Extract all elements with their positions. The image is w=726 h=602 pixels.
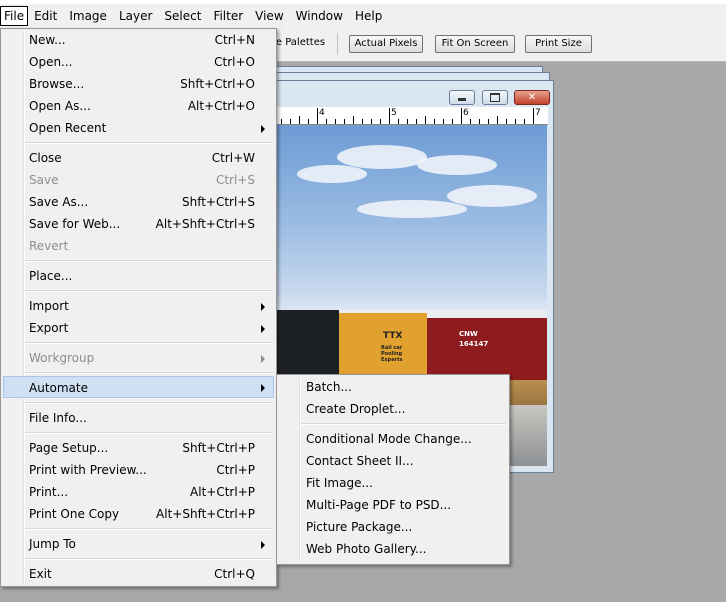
menu-item-workgroup[interactable]: Workgroup [3, 347, 274, 369]
menu-item-save-for-web[interactable]: Save for Web... Alt+Shft+Ctrl+S [3, 213, 274, 235]
menu-item-contact-sheet[interactable]: Contact Sheet II... [279, 450, 507, 472]
menu-item-automate[interactable]: Automate [3, 376, 274, 398]
submenu-arrow-icon [261, 303, 265, 311]
print-size-button[interactable]: Print Size [525, 35, 592, 53]
menu-item-multi-page-pdf[interactable]: Multi-Page PDF to PSD... [279, 494, 507, 516]
menu-item-new[interactable]: New... Ctrl+N [3, 29, 274, 51]
menu-item-save[interactable]: Save Ctrl+S [3, 169, 274, 191]
menu-separator [25, 342, 273, 344]
menu-select[interactable]: Select [158, 6, 207, 26]
menu-item-create-droplet[interactable]: Create Droplet... [279, 398, 507, 420]
maximize-icon [490, 93, 500, 102]
menu-item-exit[interactable]: Exit Ctrl+Q [3, 563, 274, 585]
menu-help[interactable]: Help [349, 6, 388, 26]
menu-file[interactable]: File [0, 6, 29, 26]
menu-item-fit-image[interactable]: Fit Image... [279, 472, 507, 494]
ruler-number: 6 [463, 108, 469, 118]
menu-item-save-as[interactable]: Save As... Shft+Ctrl+S [3, 191, 274, 213]
menu-item-batch[interactable]: Batch... [279, 376, 507, 398]
minimize-icon [458, 98, 466, 101]
actual-pixels-button[interactable]: Actual Pixels [349, 35, 423, 53]
submenu-arrow-icon [261, 355, 265, 363]
menu-item-jump-to[interactable]: Jump To [3, 533, 274, 555]
menu-separator [25, 372, 273, 374]
menu-item-import[interactable]: Import [3, 295, 274, 317]
file-menu: New... Ctrl+N Open... Ctrl+O Browse... S… [0, 28, 277, 587]
menu-separator [25, 402, 273, 404]
menu-separator [25, 260, 273, 262]
menu-layer[interactable]: Layer [113, 6, 158, 26]
ruler-number: 5 [391, 108, 397, 118]
submenu-arrow-icon [261, 384, 265, 392]
menu-item-place[interactable]: Place... [3, 265, 274, 287]
menu-separator [25, 290, 273, 292]
menu-item-conditional-mode-change[interactable]: Conditional Mode Change... [279, 428, 507, 450]
car-text: 164147 [459, 340, 489, 348]
menu-item-open[interactable]: Open... Ctrl+O [3, 51, 274, 73]
submenu-arrow-icon [261, 125, 265, 133]
menu-item-file-info[interactable]: File Info... [3, 407, 274, 429]
menu-item-export[interactable]: Export [3, 317, 274, 339]
submenu-arrow-icon [261, 541, 265, 549]
close-icon: ✕ [527, 92, 537, 103]
menu-window[interactable]: Window [290, 6, 349, 26]
menu-separator [25, 432, 273, 434]
menu-item-print-one-copy[interactable]: Print One Copy Alt+Shft+Ctrl+P [3, 503, 274, 525]
car-text: CNW [459, 330, 478, 338]
fit-on-screen-button[interactable]: Fit On Screen [435, 35, 515, 53]
close-button[interactable]: ✕ [514, 90, 550, 105]
menu-image[interactable]: Image [63, 6, 113, 26]
menu-item-close[interactable]: Close Ctrl+W [3, 147, 274, 169]
ruler-number: 7 [535, 108, 541, 118]
menu-filter[interactable]: Filter [207, 6, 249, 26]
submenu-arrow-icon [261, 325, 265, 333]
ignore-palettes-label[interactable]: re Palettes [272, 37, 325, 48]
options-separator [337, 33, 338, 55]
menu-view[interactable]: View [249, 6, 289, 26]
horizontal-ruler: 4 5 6 7 [277, 107, 548, 125]
car-logo: TTX [383, 331, 403, 341]
menu-edit[interactable]: Edit [28, 6, 63, 26]
menu-item-picture-package[interactable]: Picture Package... [279, 516, 507, 538]
menu-item-open-recent[interactable]: Open Recent [3, 117, 274, 139]
menu-item-print[interactable]: Print... Alt+Ctrl+P [3, 481, 274, 503]
menu-item-browse[interactable]: Browse... Shft+Ctrl+O [3, 73, 274, 95]
maximize-button[interactable] [482, 90, 508, 105]
menu-bar: File Edit Image Layer Select Filter View… [0, 0, 726, 28]
menu-separator [25, 142, 273, 144]
menu-separator [301, 423, 506, 425]
automate-submenu: Batch... Create Droplet... Conditional M… [276, 374, 510, 565]
ruler-number: 4 [319, 108, 325, 118]
car-text: Rail car Pooling Experts [381, 345, 403, 363]
menu-item-page-setup[interactable]: Page Setup... Shft+Ctrl+P [3, 437, 274, 459]
menu-item-web-photo-gallery[interactable]: Web Photo Gallery... [279, 538, 507, 560]
menu-separator [25, 558, 273, 560]
minimize-button[interactable] [449, 90, 475, 105]
menu-item-print-with-preview[interactable]: Print with Preview... Ctrl+P [3, 459, 274, 481]
menu-separator [25, 528, 273, 530]
menu-item-revert[interactable]: Revert [3, 235, 274, 257]
menu-item-open-as[interactable]: Open As... Alt+Ctrl+O [3, 95, 274, 117]
